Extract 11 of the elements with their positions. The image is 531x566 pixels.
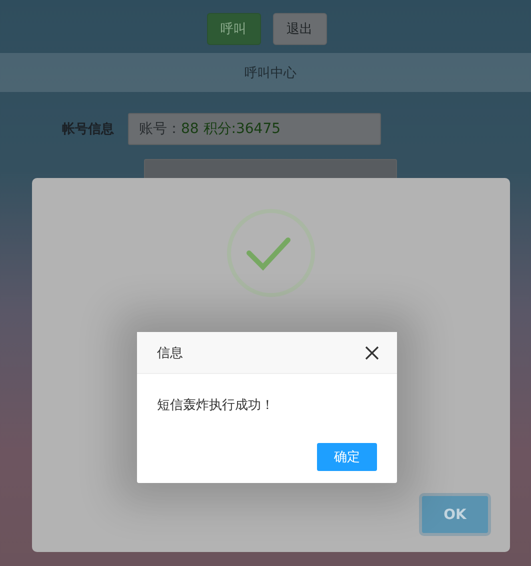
- dialog-title: 信息: [157, 344, 183, 362]
- header-title: 呼叫中心: [244, 64, 296, 82]
- dialog-message: 短信轰炸执行成功！: [156, 397, 275, 415]
- close-icon[interactable]: [365, 346, 379, 360]
- call-button[interactable]: 呼叫: [206, 13, 260, 45]
- account-field[interactable]: 账号：88 积分:36475: [128, 113, 381, 145]
- logout-button[interactable]: 退出: [272, 13, 326, 45]
- confirm-button[interactable]: 确定: [317, 443, 377, 471]
- success-check-icon: [226, 208, 316, 298]
- ok-button[interactable]: OK: [419, 493, 491, 536]
- field-label: 帐号信息: [61, 121, 115, 138]
